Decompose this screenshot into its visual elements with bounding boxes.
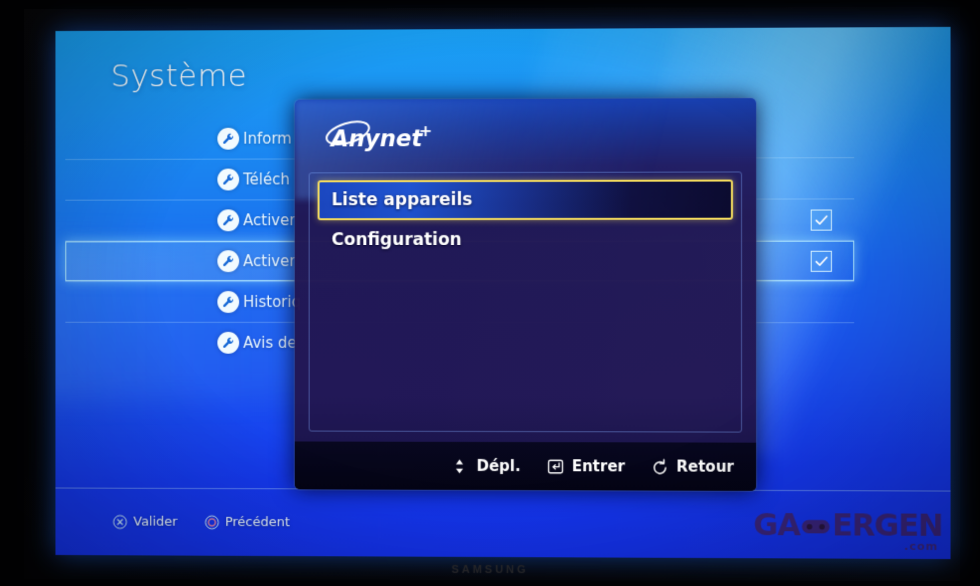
menu-item-liste-appareils[interactable]: Liste appareils — [318, 180, 733, 221]
wrench-icon — [217, 209, 239, 231]
wrench-icon — [217, 332, 239, 354]
checkmark-icon — [814, 253, 829, 268]
svg-text:Anynet: Anynet — [329, 126, 424, 152]
samsung-brand-logo: SAMSUNG — [24, 563, 960, 577]
hint-label: Valider — [133, 515, 177, 530]
tv-screen: Système Inform Téléch Activer Activer Hi… — [55, 27, 950, 559]
anynet-dialog: Anynet + Liste appareils Configuration D… — [295, 98, 756, 491]
checkmark-icon — [814, 212, 829, 227]
footer-hint-label: Entrer — [572, 457, 625, 475]
hint-label: Précédent — [225, 515, 290, 530]
hint-precedent[interactable]: Précédent — [204, 515, 290, 530]
up-down-arrow-icon — [451, 457, 468, 474]
cross-button-icon — [113, 515, 128, 530]
return-arrow-icon — [651, 458, 668, 475]
menu-item-label: Configuration — [331, 230, 461, 250]
page-title: Système — [111, 58, 248, 94]
wrench-icon — [217, 127, 239, 149]
wrench-icon — [217, 169, 239, 191]
settings-row-label: Activer — [243, 252, 295, 270]
tv-photo: Système Inform Téléch Activer Activer Hi… — [0, 0, 980, 586]
footer-hint-label: Retour — [676, 458, 734, 476]
settings-row-checkbox[interactable] — [811, 250, 832, 271]
settings-row-label: Téléch — [243, 170, 290, 188]
circle-button-icon — [204, 515, 219, 530]
wrench-icon — [217, 250, 239, 272]
console-hint-bar: Valider Précédent — [55, 488, 950, 560]
anynet-logo: Anynet + — [317, 119, 491, 153]
svg-text:+: + — [419, 121, 433, 140]
menu-item-label: Liste appareils — [331, 190, 472, 210]
settings-row-checkbox[interactable] — [811, 209, 832, 230]
wrench-icon — [217, 291, 239, 313]
menu-item-configuration[interactable]: Configuration — [318, 220, 733, 260]
footer-hint-entrer[interactable]: Entrer — [547, 457, 625, 475]
footer-hint-depl[interactable]: Dépl. — [451, 457, 520, 475]
enter-key-icon — [547, 458, 564, 475]
settings-row-label: Inform — [243, 129, 292, 147]
settings-row-label: Historiq — [243, 293, 301, 311]
footer-hint-label: Dépl. — [476, 457, 520, 475]
anynet-menu-panel: Liste appareils Configuration — [309, 171, 742, 432]
footer-hint-retour[interactable]: Retour — [651, 457, 734, 475]
dialog-footer: Dépl. Entrer Retour — [295, 441, 756, 490]
settings-row-label: Avis de — [243, 334, 296, 352]
hint-valider[interactable]: Valider — [113, 515, 178, 530]
tv-bezel: Système Inform Téléch Activer Activer Hi… — [24, 7, 960, 581]
settings-row-label: Activer — [243, 211, 295, 229]
